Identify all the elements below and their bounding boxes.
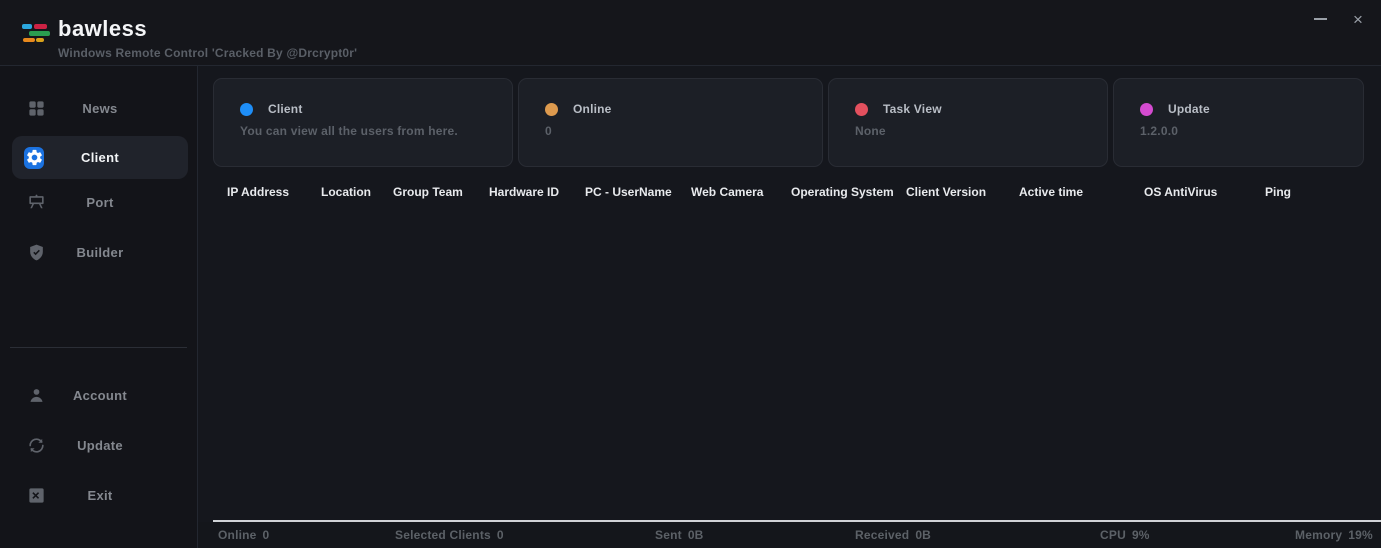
- sidebar-item-update[interactable]: Update: [12, 424, 188, 467]
- card-value: None: [855, 124, 1107, 138]
- status-label: CPU: [1100, 528, 1126, 542]
- client-table-header: IP Address Location Group Team Hardware …: [198, 185, 1381, 205]
- card-value: 1.2.0.0: [1140, 124, 1363, 138]
- sidebar-item-label: Account: [73, 388, 127, 403]
- user-icon: [26, 386, 46, 406]
- app-subtitle: Windows Remote Control 'Cracked By @Drcr…: [58, 46, 357, 60]
- column-header-ping[interactable]: Ping: [1265, 185, 1291, 199]
- logo-bar-green: [29, 31, 50, 36]
- sidebar-item-builder[interactable]: Builder: [12, 231, 188, 274]
- status-label: Online: [218, 528, 257, 542]
- column-header-client-version[interactable]: Client Version: [906, 185, 986, 199]
- sidebar-item-exit[interactable]: Exit: [12, 474, 188, 517]
- statusbar-divider: [213, 520, 1381, 522]
- status-selected-clients: Selected Clients 0: [395, 522, 504, 548]
- easel-icon: [26, 193, 46, 213]
- close-square-icon: [26, 486, 46, 506]
- column-header-os-antivirus[interactable]: OS AntiVirus: [1144, 185, 1217, 199]
- card-task-view: Task View None: [828, 78, 1108, 167]
- status-value: 19%: [1348, 528, 1373, 542]
- column-header-active-time[interactable]: Active time: [1019, 185, 1083, 199]
- sidebar-item-label: Update: [77, 438, 123, 453]
- status-memory: Memory 19%: [1295, 522, 1373, 548]
- status-value: 0: [263, 528, 270, 542]
- sidebar-item-port[interactable]: Port: [12, 181, 188, 224]
- status-received: Received 0B: [855, 522, 931, 548]
- logo-bar-blue: [22, 24, 32, 29]
- logo-bar-crimson: [34, 24, 47, 29]
- sidebar-item-client[interactable]: Client: [12, 136, 188, 179]
- status-value: 0: [497, 528, 504, 542]
- main-content: Client You can view all the users from h…: [198, 66, 1381, 548]
- task-view-dot-icon: [855, 103, 868, 116]
- column-header-pc-username[interactable]: PC - UserName: [585, 185, 672, 199]
- close-icon: ×: [1353, 11, 1363, 28]
- app-title: bawless: [58, 18, 357, 40]
- sidebar-item-news[interactable]: News: [12, 87, 188, 130]
- card-title: Task View: [883, 102, 942, 116]
- status-value: 0B: [915, 528, 931, 542]
- online-dot-icon: [545, 103, 558, 116]
- status-cpu: CPU 9%: [1100, 522, 1150, 548]
- status-label: Selected Clients: [395, 528, 491, 542]
- card-online: Online 0: [518, 78, 823, 167]
- status-label: Memory: [1295, 528, 1342, 542]
- info-cards: Client You can view all the users from h…: [213, 78, 1364, 167]
- sidebar-item-label: Client: [81, 150, 119, 165]
- status-value: 9%: [1132, 528, 1150, 542]
- title-block: bawless Windows Remote Control 'Cracked …: [58, 18, 357, 60]
- minimize-button[interactable]: [1305, 5, 1335, 33]
- card-description: You can view all the users from here.: [240, 124, 512, 138]
- column-header-hardware-id[interactable]: Hardware ID: [489, 185, 559, 199]
- app-logo-icon: [20, 24, 54, 44]
- logo-bar-amber: [36, 38, 44, 42]
- sidebar: News Client Port Builder: [0, 66, 198, 548]
- close-button[interactable]: ×: [1343, 5, 1373, 33]
- client-dot-icon: [240, 103, 253, 116]
- shield-check-icon: [26, 243, 46, 263]
- sidebar-item-label: Port: [86, 195, 113, 210]
- sidebar-item-account[interactable]: Account: [12, 374, 188, 417]
- gear-icon: [24, 148, 44, 168]
- client-table-body[interactable]: [198, 211, 1381, 520]
- column-header-operating-system[interactable]: Operating System: [791, 185, 894, 199]
- titlebar: bawless Windows Remote Control 'Cracked …: [0, 0, 1381, 66]
- statusbar: Online 0 Selected Clients 0 Sent 0B Rece…: [198, 522, 1381, 548]
- card-value: 0: [545, 124, 822, 138]
- card-update: Update 1.2.0.0: [1113, 78, 1364, 167]
- card-title: Online: [573, 102, 612, 116]
- status-sent: Sent 0B: [655, 522, 704, 548]
- column-header-location[interactable]: Location: [321, 185, 371, 199]
- column-header-group-team[interactable]: Group Team: [393, 185, 463, 199]
- card-title: Update: [1168, 102, 1210, 116]
- grid-icon: [26, 99, 46, 119]
- status-label: Sent: [655, 528, 682, 542]
- sidebar-item-label: Builder: [77, 245, 124, 260]
- status-online: Online 0: [218, 522, 269, 548]
- refresh-icon: [26, 436, 46, 456]
- logo-bar-orange: [23, 38, 35, 42]
- minimize-icon: [1314, 18, 1327, 20]
- update-dot-icon: [1140, 103, 1153, 116]
- status-value: 0B: [688, 528, 704, 542]
- app-window: bawless Windows Remote Control 'Cracked …: [0, 0, 1381, 548]
- sidebar-item-label: News: [82, 101, 117, 116]
- card-title: Client: [268, 102, 303, 116]
- sidebar-item-label: Exit: [87, 488, 112, 503]
- column-header-ip-address[interactable]: IP Address: [227, 185, 289, 199]
- column-header-web-camera[interactable]: Web Camera: [691, 185, 763, 199]
- status-label: Received: [855, 528, 909, 542]
- card-client: Client You can view all the users from h…: [213, 78, 513, 167]
- sidebar-divider: [10, 347, 187, 348]
- gear-icon-chip: [24, 147, 44, 169]
